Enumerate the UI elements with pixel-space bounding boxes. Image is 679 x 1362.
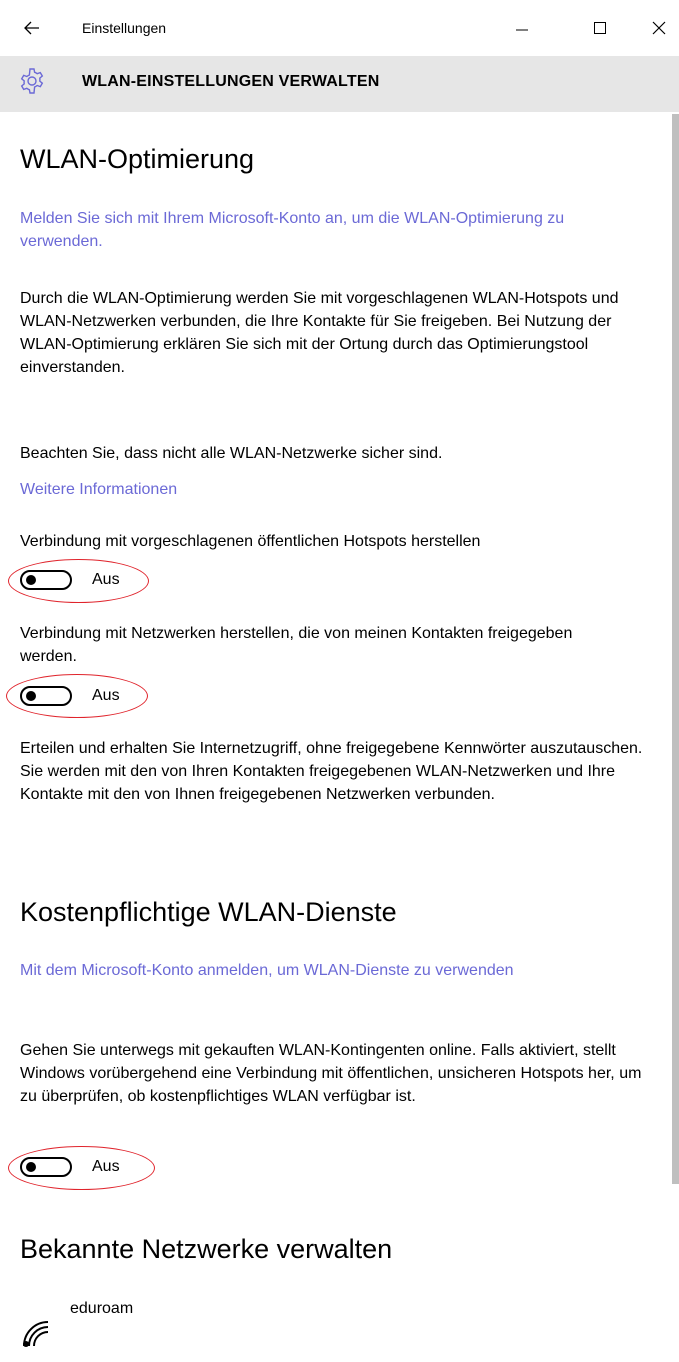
section-heading-bekannte-netzwerke: Bekannte Netzwerke verwalten bbox=[20, 1234, 393, 1264]
signin-link-kostenpflichtig[interactable]: Mit dem Microsoft-Konto anmelden, um WLA… bbox=[20, 959, 560, 982]
annotation-ellipse bbox=[6, 674, 148, 718]
kostenpflichtig-description: Gehen Sie unterwegs mit gekauften WLAN-K… bbox=[20, 1042, 642, 1105]
sharing-description: Erteilen und erhalten Sie Internetzugrif… bbox=[20, 740, 643, 803]
page-title: WLAN-EINSTELLUNGEN VERWALTEN bbox=[82, 73, 380, 90]
back-button[interactable] bbox=[12, 12, 52, 44]
close-icon bbox=[652, 21, 666, 35]
toggle-label-contacts: Verbindung mit Netzwerken herstellen, di… bbox=[20, 625, 573, 665]
maximize-icon bbox=[594, 22, 606, 34]
minimize-button[interactable] bbox=[502, 12, 542, 44]
section-heading-wlan-optimierung: WLAN-Optimierung bbox=[20, 144, 255, 174]
toggle-label-hotspots: Verbindung mit vorgeschlagenen öffentlic… bbox=[20, 533, 481, 550]
optimierung-description: Durch die WLAN-Optimierung werden Sie mi… bbox=[20, 290, 619, 376]
gear-icon bbox=[20, 68, 44, 94]
maximize-button[interactable] bbox=[580, 12, 620, 44]
network-name: eduroam bbox=[70, 1300, 134, 1317]
back-arrow-icon bbox=[24, 21, 39, 35]
network-item-eduroam[interactable]: eduroam bbox=[18, 1300, 318, 1350]
security-warning: Beachten Sie, dass nicht alle WLAN-Netzw… bbox=[20, 445, 443, 462]
annotation-ellipse bbox=[8, 1146, 155, 1190]
vertical-scrollbar[interactable] bbox=[672, 114, 679, 1184]
more-info-link[interactable]: Weitere Informationen bbox=[20, 478, 620, 501]
annotation-ellipse bbox=[8, 559, 149, 603]
close-button[interactable] bbox=[639, 12, 679, 44]
window-title: Einstellungen bbox=[82, 20, 167, 36]
minimize-icon bbox=[516, 29, 528, 31]
signin-link-optimierung[interactable]: Melden Sie sich mit Ihrem Microsoft-Kont… bbox=[20, 207, 580, 253]
wifi-signal-icon bbox=[23, 1321, 49, 1347]
section-heading-kostenpflichtig: Kostenpflichtige WLAN-Dienste bbox=[20, 897, 397, 927]
